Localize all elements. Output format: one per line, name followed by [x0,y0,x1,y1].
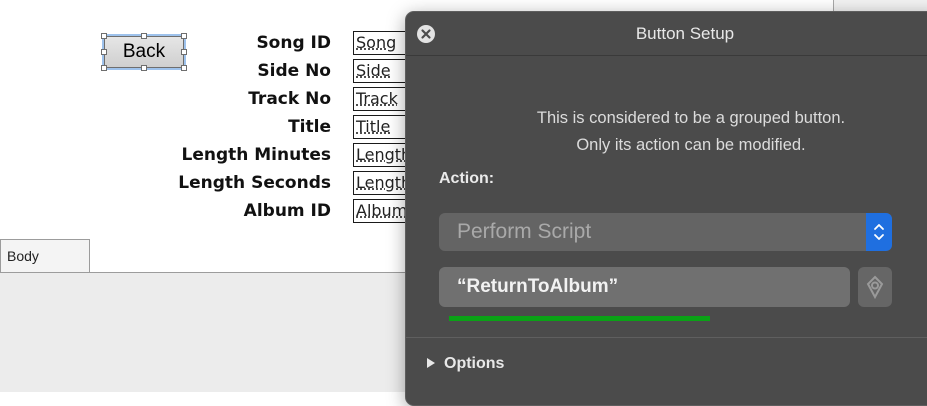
field-value: Side [356,61,391,80]
field-value: Title [356,117,391,136]
action-select[interactable]: Perform Script [439,213,892,251]
script-validation-bar [449,316,710,321]
specify-script-button[interactable] [858,267,892,307]
part-label-body[interactable]: Body [0,239,90,272]
updown-chevron-icon [874,224,884,240]
selection-handle-ml[interactable] [101,49,107,55]
field-label-track-no: Track No [248,89,331,109]
field-value: Album [356,201,408,220]
button-setup-dialog: Button Setup This is considered to be a … [405,11,927,406]
selection-handle-tl[interactable] [101,33,107,39]
script-name-field[interactable]: “ReturnToAlbum” [439,267,850,307]
selection-handle-br[interactable] [181,65,187,71]
field-track-no[interactable]: Track [353,87,413,111]
field-song-id[interactable]: Song [353,31,413,55]
field-length-minutes[interactable]: Length [353,143,413,167]
selection-handle-tc[interactable] [141,33,147,39]
field-label-length-minutes: Length Minutes [181,145,331,165]
field-label-length-seconds: Length Seconds [178,173,331,193]
field-value: Track [356,89,398,108]
script-name-value: “ReturnToAlbum” [457,276,619,297]
field-label-title: Title [288,117,331,137]
selection-handle-tr[interactable] [181,33,187,39]
field-label-album-id: Album ID [243,201,331,221]
action-select-value: Perform Script [457,220,592,243]
disclosure-triangle-icon [427,358,435,368]
field-length-seconds[interactable]: Length [353,171,413,195]
options-label: Options [444,355,505,372]
back-button[interactable]: Back [104,36,184,68]
note-line: This is considered to be a grouped butto… [536,109,846,127]
field-value: Length [356,145,412,164]
field-value: Length [356,173,412,192]
dialog-title: Button Setup [406,12,927,56]
field-title[interactable]: Title [353,115,413,139]
field-label-side-no: Side No [257,61,331,81]
action-label: Action: [439,170,495,187]
field-side-no[interactable]: Side [353,59,413,83]
selection-handle-mr[interactable] [181,49,187,55]
note-line: Only its action can be modified. [576,136,806,154]
field-value: Song [356,33,397,52]
action-select-stepper[interactable] [866,213,892,251]
field-album-id[interactable]: Album [353,199,413,223]
grouped-button-note: This is considered to be a grouped butto… [446,105,927,159]
selection-handle-bc[interactable] [141,65,147,71]
field-label-song-id: Song ID [256,33,331,53]
script-gear-icon [866,275,884,300]
options-divider [406,337,927,338]
options-disclosure[interactable]: Options [426,355,504,373]
selection-handle-bl[interactable] [101,65,107,71]
